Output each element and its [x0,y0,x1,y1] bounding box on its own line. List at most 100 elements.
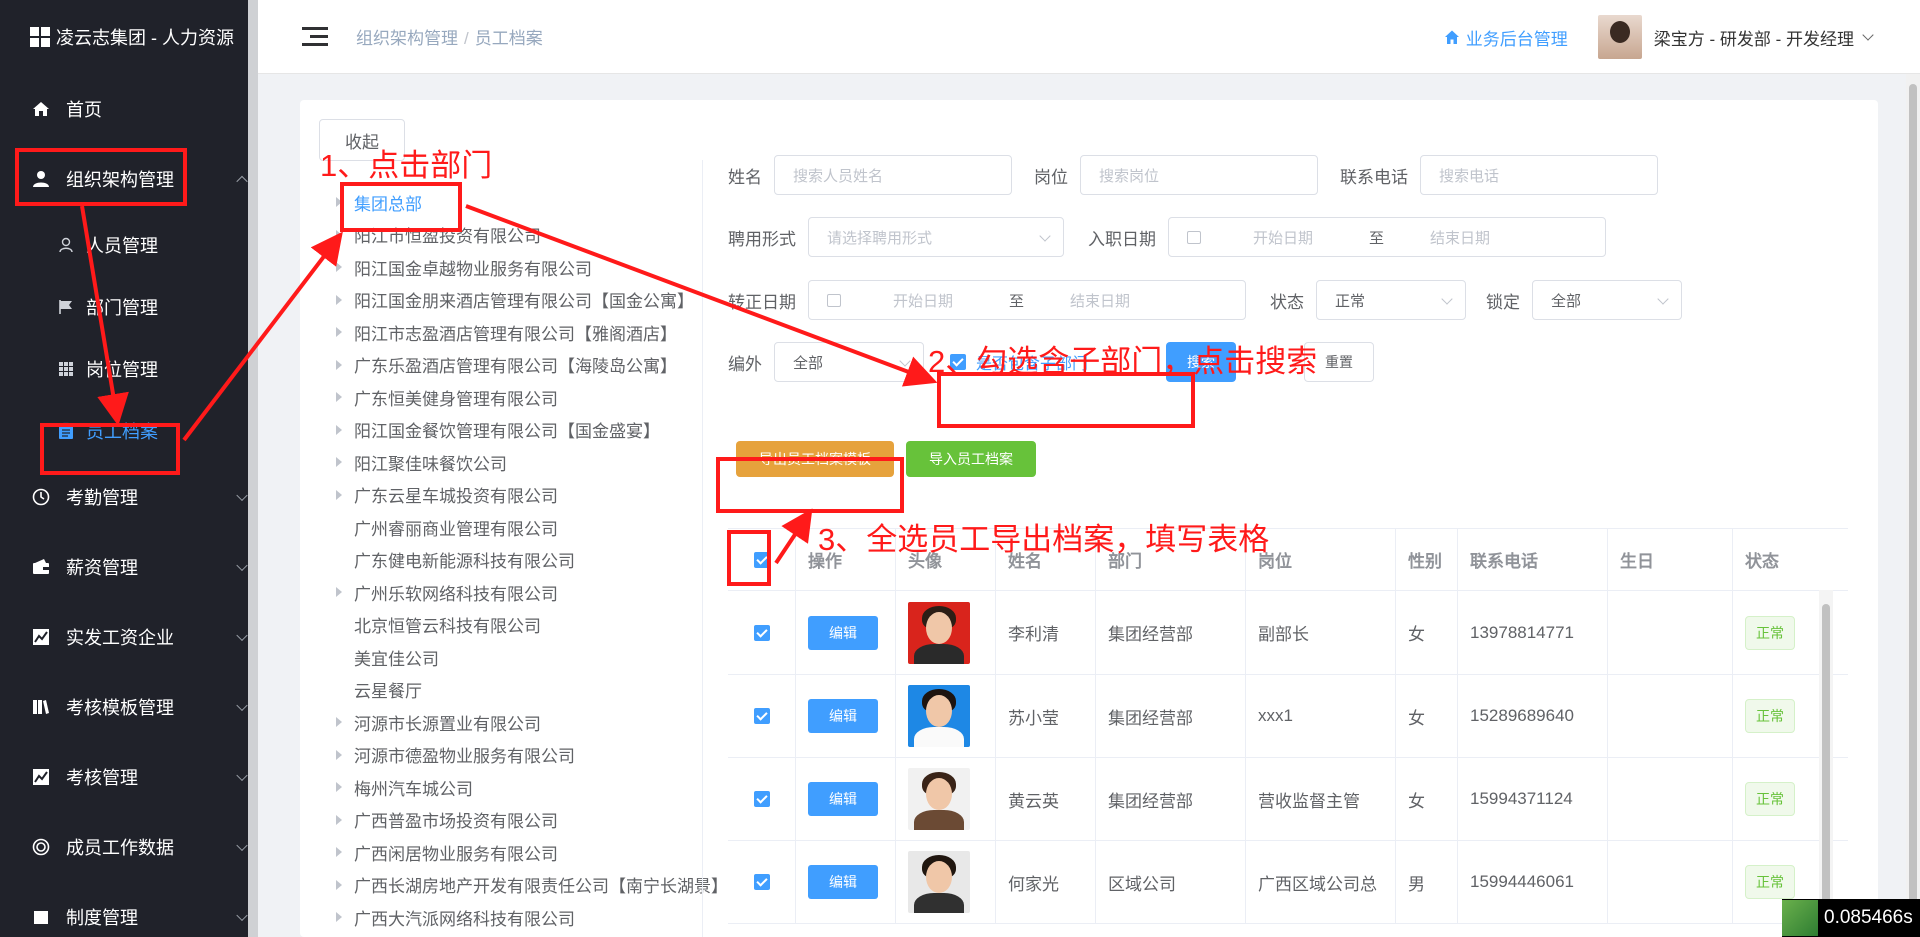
tree-node[interactable]: 广西长湖房地产开发有限责任公司【南宁长湖景】 [336,869,728,902]
import-archive-button[interactable]: 导入员工档案 [906,441,1036,477]
sub-item-department[interactable]: 部门管理 [0,276,258,338]
sub-item-post[interactable]: 岗位管理 [0,338,258,400]
tree-node-label[interactable]: 阳江国金卓越物业服务有限公司 [354,255,592,280]
tree-node-label[interactable]: 广东乐盈酒店管理有限公司【海陵岛公寓】 [354,352,677,377]
caret-right-icon[interactable] [336,814,342,825]
nav-payroll-company[interactable]: 实发工资企业 [0,602,258,672]
tree-node-label[interactable]: 广西长湖房地产开发有限责任公司【南宁长湖景】 [354,872,728,897]
collapse-button[interactable]: 收起 [319,119,405,161]
sub-item-personnel[interactable]: 人员管理 [0,214,258,276]
nav-salary[interactable]: 薪资管理 [0,532,258,602]
nav-member-data[interactable]: 成员工作数据 [0,812,258,882]
select-all-checkbox[interactable] [753,551,770,568]
caret-right-icon[interactable] [336,392,342,403]
nav-home[interactable]: 首页 [0,74,258,144]
edit-button[interactable]: 编辑 [808,699,878,733]
caret-right-icon[interactable] [336,262,342,273]
tree-node-label[interactable]: 广东健电新能源科技有限公司 [354,547,575,572]
caret-right-icon[interactable] [336,327,342,338]
lock-select[interactable]: 全部 [1532,280,1682,320]
tree-node[interactable]: 河源市德盈物业服务有限公司 [336,739,716,772]
edit-button[interactable]: 编辑 [808,782,878,816]
tree-node-label[interactable]: 广东云星车城投资有限公司 [354,482,558,507]
employee-photo[interactable] [908,601,970,664]
employee-photo[interactable] [908,768,970,830]
hire-form-select[interactable]: 请选择聘用形式 [808,217,1064,257]
avatar[interactable] [1597,15,1642,59]
row-checkbox[interactable] [753,624,770,641]
edit-button[interactable]: 编辑 [808,615,878,650]
entry-date-range[interactable]: 开始日期 至 结束日期 [1168,217,1606,257]
nav-attendance[interactable]: 考勤管理 [0,462,258,532]
tree-node-label[interactable]: 河源市长源置业有限公司 [354,710,541,735]
regular-end-date[interactable]: 结束日期 [1070,290,1130,311]
backend-link[interactable]: 业务后台管理 [1444,25,1568,50]
table-scrollbar[interactable] [1819,590,1833,937]
tree-node-label[interactable]: 广西闲居物业服务有限公司 [354,840,558,865]
tree-node-label[interactable]: 云星餐厅 [354,677,422,702]
caret-right-icon[interactable] [336,229,342,240]
row-checkbox[interactable] [753,791,770,807]
chevron-down-icon[interactable] [1862,29,1874,41]
tree-node[interactable]: 广西大汽派网络科技有限公司 [336,901,716,934]
regular-start-date[interactable]: 开始日期 [893,290,953,311]
tree-node-label[interactable]: 阳江市志盈酒店管理有限公司【雅阁酒店】 [354,320,677,345]
page-scrollbar[interactable] [1906,74,1920,937]
tree-node[interactable]: 广东健电新能源科技有限公司 [336,544,716,577]
caret-right-icon[interactable] [336,782,342,793]
edit-button[interactable]: 编辑 [808,865,878,899]
tree-node[interactable]: 广西普盈市场投资有限公司 [336,804,716,837]
tree-node-label[interactable]: 广州乐软网络科技有限公司 [354,580,558,605]
tree-node[interactable]: 阳江国金朋来酒店管理有限公司【国金公寓】 [336,284,716,317]
tree-node-label[interactable]: 阳江国金餐饮管理有限公司【国金盛宴】 [354,417,660,442]
tree-node-label[interactable]: 阳江国金朋来酒店管理有限公司【国金公寓】 [354,287,694,312]
tree-node-label[interactable]: 广西大汽派网络科技有限公司 [354,905,575,930]
nav-org-management[interactable]: 组织架构管理 [0,144,258,214]
tree-node[interactable]: 广州乐软网络科技有限公司 [336,576,716,609]
tree-node-label[interactable]: 河源市德盈物业服务有限公司 [354,742,575,767]
reset-button[interactable]: 重置 [1304,342,1374,382]
caret-right-icon[interactable] [336,424,342,435]
tree-node[interactable]: 梅州汽车城公司 [336,771,716,804]
tree-node-label[interactable]: 集团总部 [354,190,422,215]
outside-select[interactable]: 全部 [774,342,924,382]
tree-node[interactable]: 美宜佳公司 [336,641,716,674]
entry-start-date[interactable]: 开始日期 [1253,227,1313,248]
sub-item-employee-archive[interactable]: 员工档案 [0,400,258,462]
caret-right-icon[interactable] [336,457,342,468]
nav-assessment[interactable]: 考核管理 [0,742,258,812]
table-row[interactable]: 编辑 黄云英 集团经营部 营收监督主管女 15994371124 正常 [728,758,1848,841]
row-checkbox[interactable] [753,874,770,890]
breadcrumb-item[interactable]: 组织架构管理 [356,29,458,48]
tree-node[interactable]: 阳江国金餐饮管理有限公司【国金盛宴】 [336,414,716,447]
nav-policy[interactable]: 制度管理 [0,882,258,937]
table-row[interactable]: 编辑 何家光 区域公司 广西区域公司总男 15994446061 正常 [728,841,1848,924]
tree-node-label[interactable]: 广东恒美健身管理有限公司 [354,385,558,410]
tree-node[interactable]: 广西闲居物业服务有限公司 [336,836,716,869]
caret-right-icon[interactable] [336,294,342,305]
caret-right-icon[interactable] [336,587,342,598]
table-row[interactable]: 编辑 李利清 集团经营部 副部长女 13978814771 正常 [728,591,1848,675]
caret-right-icon[interactable] [336,879,342,890]
caret-right-icon[interactable] [336,197,342,208]
tree-node[interactable]: 北京恒管云科技有限公司 [336,609,716,642]
caret-right-icon[interactable] [336,749,342,760]
name-search-input[interactable]: 搜索人员姓名 [774,155,1012,195]
menu-toggle-icon[interactable] [302,26,328,47]
entry-end-date[interactable]: 结束日期 [1430,227,1490,248]
caret-right-icon[interactable] [336,359,342,370]
tree-node[interactable]: 云星餐厅 [336,674,716,707]
tree-node-label[interactable]: 梅州汽车城公司 [354,775,473,800]
employee-photo[interactable] [908,685,970,747]
tree-node[interactable]: 集团总部 [336,186,716,219]
sidebar-scrollbar[interactable] [248,0,258,937]
caret-right-icon[interactable] [336,489,342,500]
employee-photo[interactable] [908,851,970,913]
export-template-button[interactable]: 导出员工档案模板 [736,441,894,477]
tree-node-label[interactable]: 广州睿丽商业管理有限公司 [354,515,558,540]
tree-node[interactable]: 河源市长源置业有限公司 [336,706,716,739]
tree-node[interactable]: 广州睿丽商业管理有限公司 [336,511,716,544]
tree-node[interactable]: 广东云星车城投资有限公司 [336,479,716,512]
tree-node-label[interactable]: 阳江聚佳味餐饮公司 [354,450,507,475]
tree-node-label[interactable]: 北京恒管云科技有限公司 [354,612,541,637]
